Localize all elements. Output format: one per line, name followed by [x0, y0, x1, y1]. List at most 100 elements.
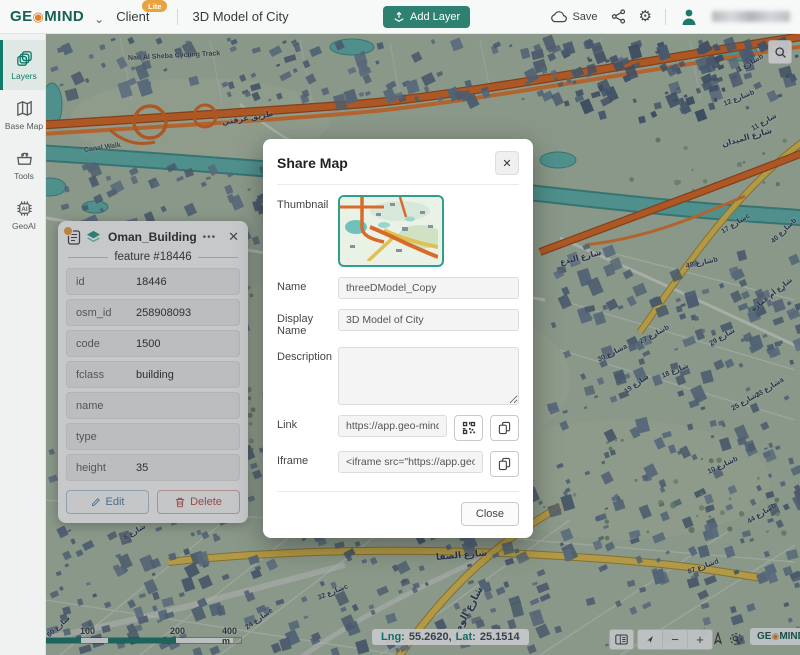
- feature-attribute-rows: id 18446 osm_id 258908093 code 1500: [58, 268, 248, 481]
- edit-feature-button[interactable]: Edit: [66, 490, 149, 514]
- sidebar-item-tools[interactable]: Tools: [0, 140, 45, 190]
- qr-code-icon: [462, 421, 476, 435]
- svg-text:AI: AI: [21, 206, 27, 213]
- legend-button[interactable]: [609, 629, 634, 650]
- scale-tick: 200: [170, 626, 185, 636]
- add-layer-icon: [393, 11, 405, 23]
- notification-dot: [63, 226, 73, 236]
- map-scale-bar: 100 200 400 m: [42, 626, 242, 644]
- locate-button[interactable]: [726, 629, 746, 648]
- left-sidebar: Layers Base Map Tools AI GeoAI: [0, 34, 46, 655]
- feature-attribute-row: code 1500: [66, 330, 240, 357]
- iframe-embed-input[interactable]: [338, 451, 483, 473]
- zoom-out-button[interactable]: −: [663, 630, 688, 649]
- toolbox-icon: [15, 149, 34, 168]
- sidebar-item-base-map[interactable]: Base Map: [0, 90, 45, 140]
- bearing-reset-button[interactable]: [711, 630, 725, 647]
- add-layer-button[interactable]: Add Layer: [383, 6, 470, 28]
- name-label: Name: [277, 277, 331, 293]
- modal-close-button[interactable]: ✕: [495, 151, 519, 175]
- cloud-save-icon: [551, 10, 568, 23]
- share-icon[interactable]: [611, 9, 626, 24]
- search-icon: [774, 46, 787, 59]
- compass-button[interactable]: [638, 630, 663, 649]
- divider: [177, 9, 178, 25]
- workspace-selector[interactable]: Client Lite: [116, 9, 149, 24]
- attribute-label: height: [76, 462, 136, 474]
- username-redacted: [712, 11, 790, 22]
- attribute-label: osm_id: [76, 307, 136, 319]
- attribute-label: type: [76, 431, 136, 443]
- attribute-value: building: [136, 369, 174, 381]
- attribute-label: fclass: [76, 369, 136, 381]
- delete-feature-button[interactable]: Delete: [157, 490, 240, 514]
- scale-tick: 100: [80, 626, 95, 636]
- scale-segments: [42, 637, 242, 644]
- save-button[interactable]: Save: [551, 10, 597, 23]
- scale-tick-labels: 100200400 m: [42, 626, 242, 637]
- display-name-input[interactable]: [338, 309, 519, 331]
- feature-attribute-row: fclass building: [66, 361, 240, 388]
- share-link-input[interactable]: [338, 415, 447, 437]
- sidebar-label: Tools: [14, 171, 34, 181]
- map-attribution-logo: GE◉MIND: [750, 628, 800, 645]
- legend-icon: [615, 634, 628, 645]
- description-label: Description: [277, 347, 331, 363]
- divider: [277, 184, 519, 185]
- description-textarea[interactable]: [338, 347, 519, 405]
- feature-subtitle: feature #18446: [68, 251, 238, 263]
- feature-attribute-row: id 18446: [66, 268, 240, 295]
- chevron-down-icon[interactable]: ⌄: [94, 12, 104, 26]
- copy-iframe-button[interactable]: [490, 451, 519, 477]
- pencil-icon: [91, 497, 101, 507]
- feature-layer-title: Oman_Building: [108, 230, 197, 244]
- app-window: Nad Al Sheba Cycling TrackCanal Walkطريق…: [0, 0, 800, 655]
- locate-target-icon: [728, 631, 744, 647]
- feature-attribute-row: height 35: [66, 454, 240, 481]
- attribute-value: 1500: [136, 338, 160, 350]
- trash-icon: [175, 497, 185, 508]
- map-thumbnail: [338, 195, 444, 267]
- feature-attribute-row: osm_id 258908093: [66, 299, 240, 326]
- modal-close-footer-button[interactable]: Close: [461, 502, 519, 526]
- zoom-controls: − +: [637, 629, 713, 650]
- lite-badge: Lite: [142, 0, 167, 12]
- feature-attribute-row: name: [66, 392, 240, 419]
- copy-icon: [498, 457, 511, 471]
- copy-link-button[interactable]: [490, 415, 519, 441]
- app-logo: GE◉MIND: [10, 8, 84, 25]
- user-avatar[interactable]: [679, 7, 699, 27]
- divider: [665, 9, 666, 25]
- iframe-label: Iframe: [277, 451, 331, 467]
- gear-icon[interactable]: ⚙: [639, 9, 652, 24]
- sidebar-label: Base Map: [5, 121, 43, 131]
- panel-close-button[interactable]: ✕: [228, 229, 239, 245]
- sidebar-label: Layers: [11, 71, 37, 81]
- attribute-label: code: [76, 338, 136, 350]
- feature-attribute-row: type: [66, 423, 240, 450]
- feature-attributes-panel: Oman_Building ••• ✕ feature #18446 id 18…: [58, 221, 248, 523]
- attribute-value: 258908093: [136, 307, 191, 319]
- link-label: Link: [277, 415, 331, 431]
- attribute-label: name: [76, 400, 136, 412]
- display-name-label: Display Name: [277, 309, 331, 337]
- sidebar-item-geoai[interactable]: AI GeoAI: [0, 190, 45, 240]
- sidebar-label: GeoAI: [12, 221, 36, 231]
- attribute-value: 35: [136, 462, 148, 474]
- map-search-button[interactable]: [768, 40, 792, 64]
- top-bar: GE◉MIND ⌄ Client Lite 3D Model of City A…: [0, 0, 800, 34]
- qr-code-button[interactable]: [454, 415, 483, 441]
- form-icon: [67, 230, 81, 245]
- thumbnail-label: Thumbnail: [277, 195, 331, 211]
- scale-tick: 400 m: [222, 626, 242, 646]
- zoom-in-button[interactable]: +: [688, 630, 712, 649]
- copy-icon: [498, 421, 511, 435]
- more-options-button[interactable]: •••: [203, 232, 217, 243]
- share-map-modal: Share Map ✕ Thumbnail: [263, 139, 533, 538]
- page-title: 3D Model of City: [192, 9, 288, 24]
- compass-needle-icon: [645, 634, 656, 645]
- attribute-value: 18446: [136, 276, 167, 288]
- sidebar-item-layers[interactable]: Layers: [0, 40, 45, 90]
- coordinates-readout: Lng:55.2620, Lat:25.1514: [372, 629, 529, 645]
- name-input[interactable]: [338, 277, 519, 299]
